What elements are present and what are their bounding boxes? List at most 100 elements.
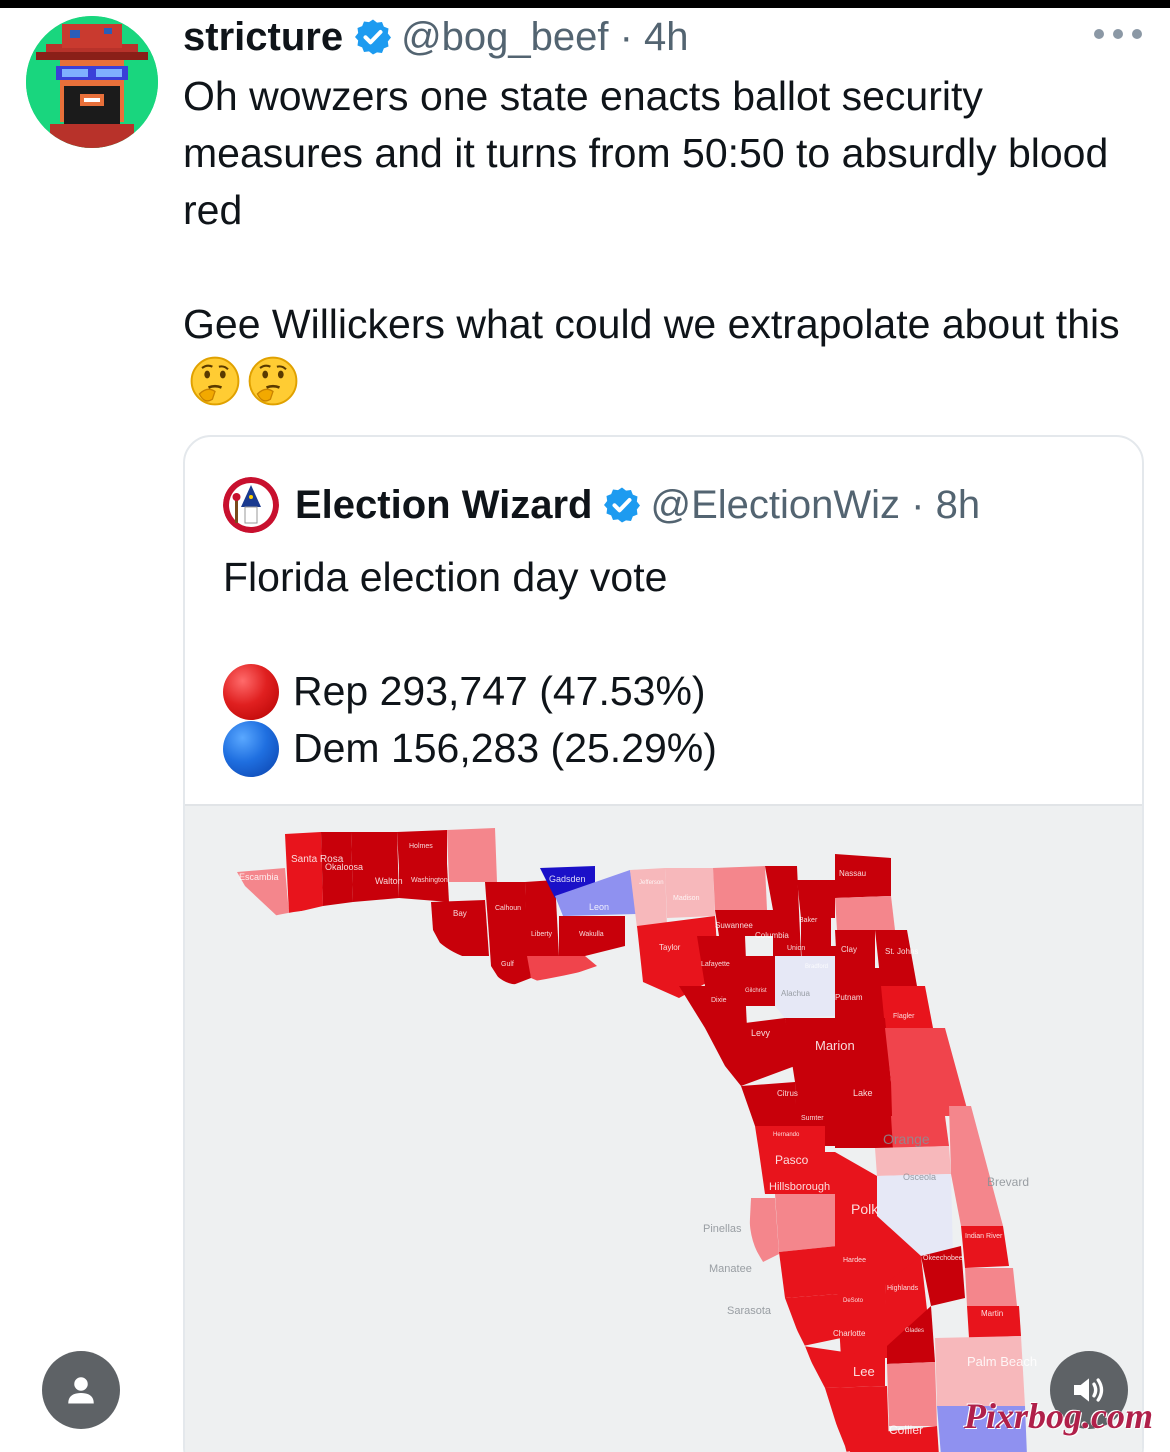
label-leon: Leon <box>589 902 609 912</box>
county-hernando <box>755 1126 825 1152</box>
label-bradford: Bradford <box>805 964 828 970</box>
verified-badge-icon <box>355 19 392 55</box>
label-osceola: Osceola <box>903 1172 936 1182</box>
florida-map-svg: Escambia Santa Rosa Okaloosa Walton Holm… <box>185 828 1037 1452</box>
label-escambia: Escambia <box>239 872 279 882</box>
label-washington: Washington <box>411 877 448 884</box>
label-alachua: Alachua <box>781 989 810 998</box>
label-glades: Glades <box>905 1328 924 1334</box>
label-marion: Marion <box>815 1038 855 1053</box>
more-horizontal-icon[interactable] <box>1094 26 1142 42</box>
label-lafayette: Lafayette <box>701 961 730 968</box>
label-okaloosa: Okaloosa <box>325 862 363 872</box>
tweet-paragraph-2: Gee Willickers what could we extrapolate… <box>183 296 1153 410</box>
tweet-header: stricture @bog_beef · 4h <box>183 12 689 62</box>
county-gilchrist <box>745 956 775 1006</box>
label-gadsden: Gadsden <box>549 874 586 884</box>
label-suwannee: Suwannee <box>715 921 753 930</box>
thinking-face-icon <box>190 356 240 406</box>
author-avatar[interactable] <box>26 16 158 148</box>
result-dem-text: Dem 156,283 (25.29%) <box>293 725 717 771</box>
result-rep-text: Rep 293,747 (47.53%) <box>293 668 706 714</box>
label-bay: Bay <box>453 909 467 918</box>
label-collier: Collier <box>889 1423 923 1437</box>
label-sumter: Sumter <box>801 1115 824 1122</box>
label-desoto: DeSoto <box>843 1298 864 1304</box>
label-pasco: Pasco <box>775 1153 809 1167</box>
county-brevard <box>949 1106 1003 1226</box>
county-duval <box>835 896 895 930</box>
quoted-headline: Florida election day vote <box>223 554 668 600</box>
label-gulf: Gulf <box>501 961 514 968</box>
label-putnam: Putnam <box>835 993 863 1002</box>
person-icon <box>68 1377 94 1404</box>
county-flagler <box>881 986 933 1028</box>
result-dem: Dem 156,283 (25.29%) <box>223 720 1103 777</box>
label-orange: Orange <box>883 1131 930 1147</box>
tweet-text: Oh wowzers one state enacts ballot secur… <box>183 68 1153 410</box>
label-hernando: Hernando <box>773 1132 800 1138</box>
verified-badge-icon <box>604 487 641 523</box>
author-display-name[interactable]: stricture <box>183 15 343 60</box>
label-madison: Madison <box>673 895 700 902</box>
label-gilchrist: Gilchrist <box>745 988 767 994</box>
florida-county-map[interactable]: Escambia Santa Rosa Okaloosa Walton Holm… <box>185 804 1142 1452</box>
county-hendry <box>887 1362 937 1426</box>
label-pinellas: Pinellas <box>703 1223 742 1235</box>
label-flagler: Flagler <box>893 1013 915 1020</box>
label-polk: Polk <box>851 1201 879 1217</box>
more-dot <box>1132 29 1142 39</box>
quoted-tweet-meta[interactable]: @ElectionWiz · 8h <box>650 483 980 528</box>
result-rep: Rep 293,747 (47.53%) <box>223 663 1103 720</box>
label-citrus: Citrus <box>777 1089 798 1098</box>
label-baker: Baker <box>799 917 818 924</box>
label-hillsborough: Hillsborough <box>769 1181 830 1193</box>
label-okeechobee: Okeechobee <box>923 1255 963 1262</box>
label-levy: Levy <box>751 1028 771 1038</box>
label-union: Union <box>787 945 805 952</box>
tweet-meta[interactable]: @bog_beef · 4h <box>401 15 688 60</box>
label-st-johns: St. Johns <box>885 947 918 956</box>
tweet-paragraph-1: Oh wowzers one state enacts ballot secur… <box>183 73 1109 233</box>
label-martin: Martin <box>981 1309 1003 1318</box>
label-charlotte: Charlotte <box>833 1329 866 1338</box>
county-jackson <box>447 828 497 882</box>
profile-button[interactable] <box>42 1351 120 1429</box>
label-dixie: Dixie <box>711 997 727 1004</box>
more-dot <box>1113 29 1123 39</box>
label-wakulla: Wakulla <box>579 931 604 938</box>
quoted-tweet-card[interactable]: Election Wizard @ElectionWiz · 8h Florid… <box>183 435 1144 1452</box>
label-sarasota: Sarasota <box>727 1305 772 1317</box>
thinking-face-icon <box>248 356 298 406</box>
quoted-author-avatar[interactable] <box>223 477 279 533</box>
status-bar-edge <box>0 0 1170 8</box>
county-madison <box>665 868 715 918</box>
red-circle-icon <box>223 663 279 720</box>
label-taylor: Taylor <box>659 943 681 952</box>
county-hillsborough <box>775 1194 837 1252</box>
label-liberty: Liberty <box>531 931 553 938</box>
county-dixie <box>679 986 747 1028</box>
label-walton: Walton <box>375 876 403 886</box>
label-manatee: Manatee <box>709 1263 752 1275</box>
county-jefferson <box>630 868 667 928</box>
label-palm-beach: Palm Beach <box>967 1354 1037 1369</box>
more-dot <box>1094 29 1104 39</box>
county-volusia <box>885 1028 969 1116</box>
quoted-author-display-name[interactable]: Election Wizard <box>295 483 592 528</box>
label-nassau: Nassau <box>839 869 866 878</box>
label-calhoun: Calhoun <box>495 905 521 912</box>
label-jefferson: Jefferson <box>639 880 664 886</box>
county-baker <box>797 880 835 918</box>
county-manatee <box>779 1246 839 1298</box>
county-hardee <box>837 1284 887 1324</box>
blue-circle-icon <box>223 720 279 777</box>
label-lake: Lake <box>853 1088 873 1098</box>
tweet-paragraph-2-text: Gee Willickers what could we extrapolate… <box>183 301 1120 347</box>
label-hardee: Hardee <box>843 1257 866 1264</box>
label-lee: Lee <box>853 1364 875 1379</box>
county-santa-rosa <box>285 832 323 914</box>
label-clay: Clay <box>841 945 857 954</box>
label-brevard: Brevard <box>987 1175 1029 1189</box>
label-holmes: Holmes <box>409 843 433 850</box>
